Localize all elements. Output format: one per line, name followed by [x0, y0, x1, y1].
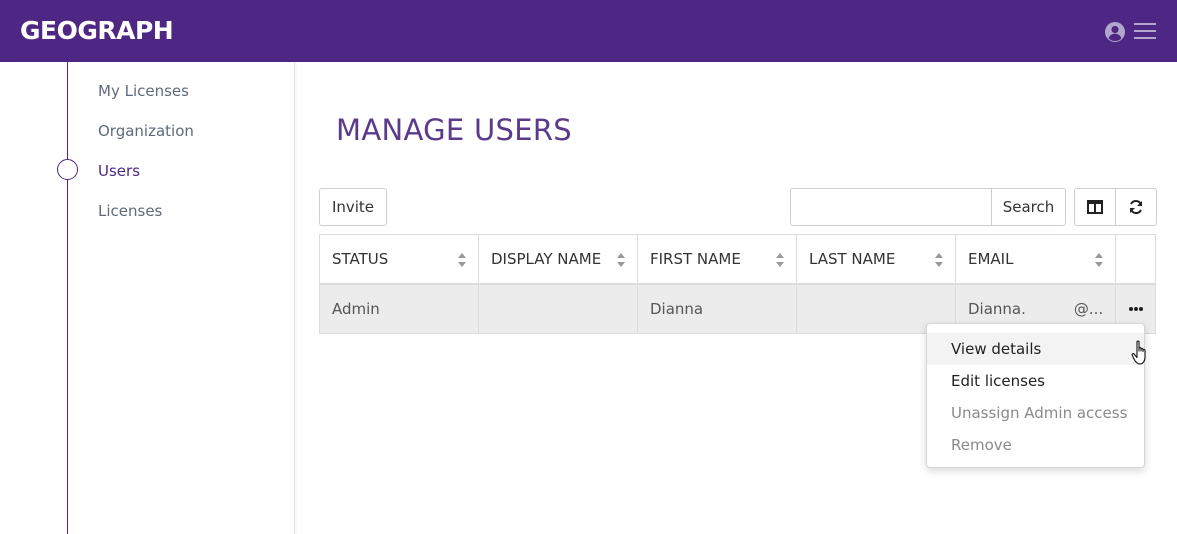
menu-item-view-details[interactable]: View details — [927, 333, 1144, 365]
menu-item-unassign-admin[interactable]: Unassign Admin access — [927, 397, 1144, 429]
sidebar-item-licenses[interactable]: Licenses — [98, 202, 162, 220]
search-button[interactable]: Search — [991, 188, 1066, 226]
column-header-label: DISPLAY NAME — [491, 250, 602, 268]
column-header-last-name[interactable]: LAST NAME — [797, 235, 956, 285]
search-input[interactable] — [790, 188, 992, 226]
more-actions-icon[interactable] — [1127, 303, 1145, 315]
cell-status: Admin — [320, 285, 479, 333]
cell-display-name — [479, 285, 638, 333]
page-title: MANAGE USERS — [336, 113, 573, 147]
sort-icon — [776, 253, 784, 267]
column-header-display-name[interactable]: DISPLAY NAME — [479, 235, 638, 285]
sort-icon — [617, 253, 625, 267]
column-header-actions — [1116, 235, 1155, 285]
invite-button[interactable]: Invite — [319, 188, 387, 226]
sort-icon — [935, 253, 943, 267]
users-table: STATUS DISPLAY NAME FIRST NAME LAST NAME… — [319, 234, 1156, 334]
sort-icon — [1095, 253, 1103, 267]
email-domain-truncated: @... — [1073, 300, 1104, 318]
sidebar-item-users[interactable]: Users — [98, 162, 140, 180]
sidebar: My Licenses Organization Users Licenses — [0, 62, 295, 534]
email-local-part: Dianna. — [968, 300, 1026, 318]
sidebar-item-my-licenses[interactable]: My Licenses — [98, 82, 189, 100]
column-header-label: FIRST NAME — [650, 250, 741, 268]
row-actions-menu: View details Edit licenses Unassign Admi… — [926, 323, 1145, 468]
column-header-status[interactable]: STATUS — [320, 235, 479, 285]
top-navbar: GEOGRAPH — [0, 0, 1177, 62]
columns-icon — [1087, 200, 1103, 214]
column-header-email[interactable]: EMAIL — [956, 235, 1116, 285]
active-item-indicator — [57, 159, 78, 180]
sort-icon — [458, 253, 466, 267]
column-header-label: EMAIL — [968, 250, 1014, 268]
menu-item-edit-licenses[interactable]: Edit licenses — [927, 365, 1144, 397]
sidebar-timeline-line — [67, 62, 68, 534]
column-header-label: LAST NAME — [809, 250, 896, 268]
refresh-icon — [1129, 200, 1143, 214]
sidebar-item-organization[interactable]: Organization — [98, 122, 194, 140]
refresh-button[interactable] — [1115, 188, 1157, 226]
column-header-first-name[interactable]: FIRST NAME — [638, 235, 797, 285]
column-header-label: STATUS — [332, 250, 389, 268]
user-circle-icon[interactable] — [1105, 22, 1125, 42]
cell-first-name: Dianna — [638, 285, 797, 333]
hamburger-menu-icon[interactable] — [1134, 22, 1156, 40]
hand-pointer-cursor-icon — [1131, 340, 1146, 365]
menu-item-remove[interactable]: Remove — [927, 429, 1144, 461]
columns-toggle-button[interactable] — [1074, 188, 1116, 226]
brand-logo[interactable]: GEOGRAPH — [20, 16, 174, 45]
